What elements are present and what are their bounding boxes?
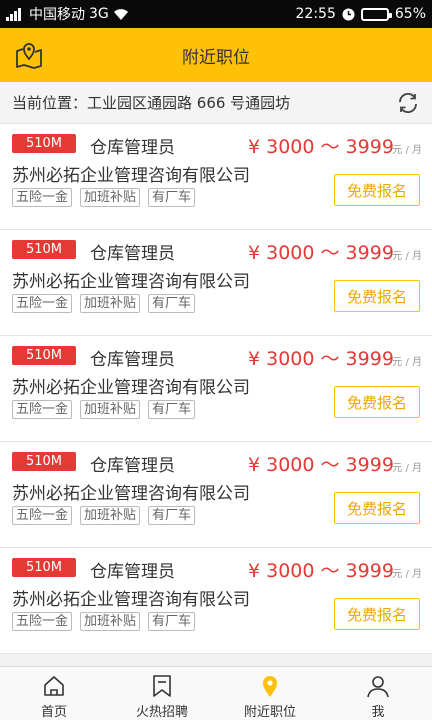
wifi-icon bbox=[113, 8, 128, 20]
company-name: 苏州必拓企业管理咨询有限公司 bbox=[12, 272, 250, 292]
job-tags: 五险一金 加班补贴 有厂车 bbox=[12, 188, 196, 207]
job-tag: 加班补贴 bbox=[80, 188, 141, 207]
job-card[interactable]: 510M 仓库管理员 ¥ 3000 ～ 3999 元 / 月 苏州必拓企业管理咨… bbox=[0, 336, 432, 442]
company-name: 苏州必拓企业管理咨询有限公司 bbox=[12, 166, 250, 186]
tab-label: 我 bbox=[371, 705, 385, 720]
network-type: 3G bbox=[89, 6, 109, 22]
job-tag: 加班补贴 bbox=[80, 506, 141, 525]
job-tags: 五险一金 加班补贴 有厂车 bbox=[12, 294, 196, 313]
user-icon bbox=[367, 676, 389, 698]
tab-me[interactable]: 我 bbox=[324, 667, 432, 720]
free-apply-button[interactable]: 免费报名 bbox=[334, 386, 420, 418]
job-tag: 加班补贴 bbox=[80, 612, 141, 631]
salary-unit: 元 / 月 bbox=[392, 357, 422, 368]
tab-label: 首页 bbox=[40, 705, 67, 720]
status-bar: 中国移动 3G 22:55 65% bbox=[0, 0, 432, 28]
location-label: 当前位置： bbox=[12, 94, 88, 112]
job-tag: 加班补贴 bbox=[80, 294, 141, 313]
salary-range: ¥ 3000 ～ 3999 bbox=[248, 454, 394, 476]
job-tags: 五险一金 加班补贴 有厂车 bbox=[12, 400, 196, 419]
company-name: 苏州必拓企业管理咨询有限公司 bbox=[12, 590, 250, 610]
distance-badge: 510M bbox=[12, 134, 76, 153]
job-card[interactable]: 510M 仓库管理员 ¥ 3000 ～ 3999 元 / 月 苏州必拓企业管理咨… bbox=[0, 548, 432, 654]
salary-range: ¥ 3000 ～ 3999 bbox=[248, 242, 394, 264]
job-tag: 有厂车 bbox=[148, 188, 196, 207]
signal-icon bbox=[6, 7, 21, 21]
free-apply-button[interactable]: 免费报名 bbox=[334, 598, 420, 630]
location-pin-icon bbox=[263, 676, 277, 697]
job-title: 仓库管理员 bbox=[90, 138, 175, 158]
job-card[interactable]: 510M 仓库管理员 ¥ 3000 ～ 3999 元 / 月 苏州必拓企业管理咨… bbox=[0, 230, 432, 336]
job-title: 仓库管理员 bbox=[90, 350, 175, 370]
distance-badge: 510M bbox=[12, 240, 76, 259]
job-tags: 五险一金 加班补贴 有厂车 bbox=[12, 506, 196, 525]
salary-unit: 元 / 月 bbox=[392, 569, 422, 580]
job-title: 仓库管理员 bbox=[90, 562, 175, 582]
bottom-tab-bar: 首页 火热招聘 附近职位 我 bbox=[0, 666, 432, 720]
distance-badge: 510M bbox=[12, 346, 76, 365]
refresh-icon[interactable] bbox=[396, 91, 420, 115]
distance-badge: 510M bbox=[12, 558, 76, 577]
job-card[interactable]: 510M 仓库管理员 ¥ 3000 ～ 3999 元 / 月 苏州必拓企业管理咨… bbox=[0, 442, 432, 548]
job-tag: 五险一金 bbox=[12, 400, 73, 419]
company-name: 苏州必拓企业管理咨询有限公司 bbox=[12, 484, 250, 504]
company-name: 苏州必拓企业管理咨询有限公司 bbox=[12, 378, 250, 398]
app-header: 附近职位 bbox=[0, 28, 432, 82]
tab-label: 火热招聘 bbox=[135, 705, 188, 720]
map-location-icon[interactable] bbox=[14, 40, 44, 70]
job-title: 仓库管理员 bbox=[90, 244, 175, 264]
carrier-name: 中国移动 bbox=[29, 7, 85, 23]
page-title: 附近职位 bbox=[182, 47, 250, 68]
battery-icon bbox=[360, 7, 392, 21]
tab-home[interactable]: 首页 bbox=[0, 667, 108, 720]
job-tag: 五险一金 bbox=[12, 294, 73, 313]
job-tags: 五险一金 加班补贴 有厂车 bbox=[12, 612, 196, 631]
salary-unit: 元 / 月 bbox=[392, 145, 422, 156]
free-apply-button[interactable]: 免费报名 bbox=[334, 280, 420, 312]
job-title: 仓库管理员 bbox=[90, 456, 175, 476]
current-location-bar: 当前位置： 工业园区通园路 666 号通园坊 bbox=[0, 82, 432, 124]
job-tag: 五险一金 bbox=[12, 188, 73, 207]
job-tag: 有厂车 bbox=[148, 400, 196, 419]
distance-badge: 510M bbox=[12, 452, 76, 471]
job-list: 510M 仓库管理员 ¥ 3000 ～ 3999 元 / 月 苏州必拓企业管理咨… bbox=[0, 124, 432, 654]
job-card[interactable]: 510M 仓库管理员 ¥ 3000 ～ 3999 元 / 月 苏州必拓企业管理咨… bbox=[0, 124, 432, 230]
salary-unit: 元 / 月 bbox=[392, 251, 422, 262]
job-tag: 有厂车 bbox=[148, 506, 196, 525]
clock: 22:55 bbox=[295, 6, 336, 22]
salary-range: ¥ 3000 ～ 3999 bbox=[248, 348, 394, 370]
job-tag: 五险一金 bbox=[12, 506, 73, 525]
salary-range: ¥ 3000 ～ 3999 bbox=[248, 136, 394, 158]
tab-nearby-jobs[interactable]: 附近职位 bbox=[216, 667, 324, 720]
salary-unit: 元 / 月 bbox=[392, 463, 422, 474]
battery-percent: 65% bbox=[394, 6, 426, 22]
tab-label: 附近职位 bbox=[243, 705, 296, 720]
tab-hot-jobs[interactable]: 火热招聘 bbox=[108, 667, 216, 720]
job-tag: 加班补贴 bbox=[80, 400, 141, 419]
job-tag: 有厂车 bbox=[148, 294, 196, 313]
home-icon bbox=[44, 676, 64, 696]
job-tag: 有厂车 bbox=[148, 612, 196, 631]
alarm-icon bbox=[342, 8, 355, 20]
free-apply-button[interactable]: 免费报名 bbox=[334, 174, 420, 206]
location-address: 工业园区通园路 666 号通园坊 bbox=[87, 94, 291, 112]
bookmark-icon bbox=[153, 675, 171, 697]
free-apply-button[interactable]: 免费报名 bbox=[334, 492, 420, 524]
salary-range: ¥ 3000 ～ 3999 bbox=[248, 560, 394, 582]
job-tag: 五险一金 bbox=[12, 612, 73, 631]
